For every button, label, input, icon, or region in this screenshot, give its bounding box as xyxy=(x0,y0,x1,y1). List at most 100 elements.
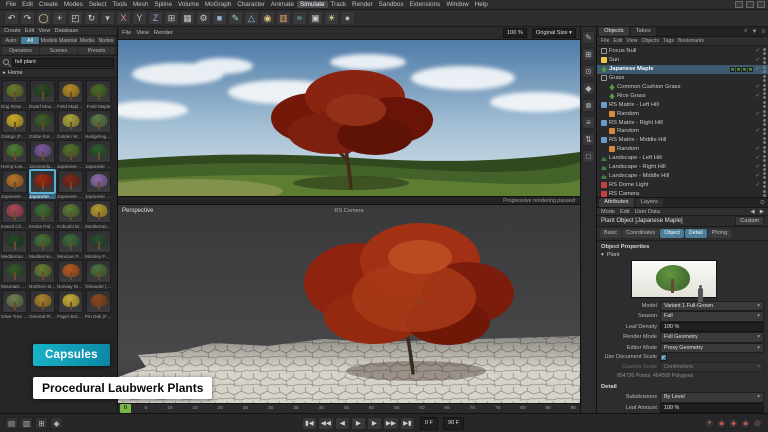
menu-item[interactable]: Render xyxy=(349,1,376,8)
bookmark-icon[interactable]: ▤ xyxy=(5,417,18,429)
asset-item[interactable]: Kentia Palm (Fall Plant) xyxy=(29,200,56,229)
leaf-density-field[interactable]: 100 % xyxy=(660,322,764,333)
start-frame-field[interactable]: 0 F xyxy=(420,417,438,430)
asset-item[interactable]: Oriental Plane (Fall Plant) xyxy=(29,290,56,319)
viewport-divider[interactable]: Progressive rendering paused xyxy=(118,196,580,205)
menu-item[interactable]: MoGraph xyxy=(202,1,234,8)
camera-icon[interactable]: ▣ xyxy=(308,11,323,25)
record-scale-icon[interactable]: ◆ xyxy=(728,418,739,429)
key-icon[interactable]: ◆ xyxy=(50,417,63,429)
section-object-properties[interactable]: Object Properties xyxy=(597,241,768,252)
axis-y-icon[interactable]: Y xyxy=(132,11,147,25)
panel-tab[interactable]: Takes xyxy=(631,27,656,36)
layout-icon[interactable] xyxy=(735,1,743,8)
visibility-dots[interactable] xyxy=(763,137,766,144)
asset-item[interactable]: Pin Oak (Fall Plant) xyxy=(85,290,112,319)
enabled-check-icon[interactable]: ✓ xyxy=(755,173,760,179)
leaf-amount-field[interactable]: 100 % xyxy=(660,403,764,413)
asset-item[interactable]: Mediterranean Fan Palm (Fall Plant) xyxy=(29,230,56,259)
asset-item[interactable]: Mexican Palmetto (Fall Plant) xyxy=(57,230,84,259)
visibility-dots[interactable] xyxy=(763,84,766,91)
live-selection-icon[interactable]: ◯ xyxy=(36,11,51,25)
menu-item[interactable]: Sandbox xyxy=(376,1,407,8)
mode-user-data[interactable]: User Data xyxy=(635,209,660,215)
object-row[interactable]: Rice Grass ✓ xyxy=(597,91,768,100)
model-dropdown[interactable]: Variant 1 Full-Grown▾ xyxy=(660,301,764,312)
menu-item[interactable]: Tools xyxy=(109,1,130,8)
asset-filter-button[interactable]: Presets xyxy=(78,47,115,54)
asset-item[interactable]: Ginkgo (Fall Plant) xyxy=(1,110,28,139)
visibility-dots[interactable] xyxy=(763,128,766,135)
object-row[interactable]: Landscape - Middle Hill ✓ xyxy=(597,171,768,180)
history-forward-icon[interactable]: ▶ xyxy=(760,209,764,215)
asset-filter-button[interactable]: Materials xyxy=(59,37,77,44)
asset-item[interactable]: Norway Maple (Fall Plant) xyxy=(57,260,84,289)
asset-item[interactable]: Dog Rose (Fall Plant) xyxy=(1,80,28,109)
panel-tab-attributes[interactable]: Attributes xyxy=(599,198,634,207)
record-keyframe-icon[interactable]: ● xyxy=(704,418,715,429)
record-rotation-icon[interactable]: ◆ xyxy=(740,418,751,429)
simulate-icon[interactable]: ≈ xyxy=(292,11,307,25)
redo-icon[interactable]: ↷ xyxy=(20,11,35,25)
goto-end-button[interactable]: ▶▮ xyxy=(400,417,415,430)
asset-filter-button[interactable]: Operators xyxy=(2,47,39,54)
visibility-dots[interactable] xyxy=(763,101,766,108)
asset-filter-button[interactable]: Media xyxy=(78,37,96,44)
layout-icon[interactable] xyxy=(757,1,765,8)
attribute-tab[interactable]: Detail xyxy=(685,229,707,238)
attribute-tab[interactable]: Basic xyxy=(600,229,621,238)
menu-item[interactable]: Help xyxy=(472,1,491,8)
enabled-check-icon[interactable]: ✓ xyxy=(755,146,760,152)
menu-item[interactable]: Spline xyxy=(151,1,175,8)
material-icon[interactable]: ● xyxy=(340,11,355,25)
asset-item[interactable]: Dwarf Mountain Pine (Fall Plant) xyxy=(29,80,56,109)
asset-menu-item[interactable]: Create xyxy=(4,28,21,34)
perspective-viewport[interactable]: Perspective RS Camera xyxy=(118,205,580,403)
texture-mode-icon[interactable]: ⊞ xyxy=(582,48,595,61)
custom-scale-dropdown[interactable]: Centimeters▾ xyxy=(660,362,764,373)
layout-icon[interactable] xyxy=(746,1,754,8)
panel-tab[interactable]: Objects xyxy=(599,27,629,36)
subdivisions-dropdown[interactable]: By Level▾ xyxy=(660,392,764,403)
enabled-check-icon[interactable]: ✓ xyxy=(755,182,760,188)
custom-button[interactable]: Custom xyxy=(735,216,764,226)
asset-search-input[interactable] xyxy=(12,58,114,67)
asset-item[interactable]: Globe Rotang (Fall Plant) xyxy=(29,110,56,139)
menu-item[interactable]: Edit xyxy=(19,1,36,8)
prev-frame-button[interactable]: ◀ xyxy=(335,417,350,430)
enabled-check-icon[interactable]: ✓ xyxy=(755,57,760,63)
asset-menu-item[interactable]: View xyxy=(38,28,50,34)
rotate-icon[interactable]: ↻ xyxy=(84,11,99,25)
menu-item[interactable]: Modes xyxy=(61,1,86,8)
objects-menu-item[interactable]: File xyxy=(601,38,609,44)
menu-item[interactable]: Window xyxy=(443,1,471,8)
light-icon[interactable]: ☀ xyxy=(324,11,339,25)
object-row[interactable]: Random ✓ xyxy=(597,109,768,118)
section-detail[interactable]: Detail xyxy=(597,381,768,392)
object-row[interactable]: Landscape - Left Hill ✓ xyxy=(597,154,768,163)
fit-dropdown[interactable]: Original Size ▾ xyxy=(532,28,576,38)
menu-item[interactable]: Track xyxy=(328,1,350,8)
enabled-check-icon[interactable]: ✓ xyxy=(755,128,760,134)
objects-menu-item[interactable]: Tags xyxy=(663,38,674,44)
undo-icon[interactable]: ↶ xyxy=(4,11,19,25)
next-key-button[interactable]: ▶▶ xyxy=(383,417,399,430)
panel-tab-layers[interactable]: Layers xyxy=(636,198,663,207)
enabled-check-icon[interactable]: ✓ xyxy=(755,84,760,90)
history-back-icon[interactable]: ◀ xyxy=(750,209,754,215)
asset-item[interactable]: Golden Weeping Willow (Fall Plant) xyxy=(57,110,84,139)
asset-item[interactable]: Hemp-Leaved Yushania (Fall Plant) xyxy=(1,140,28,169)
asset-item[interactable]: Olive Tree (Fall Plant) xyxy=(1,290,28,319)
timeline-playhead[interactable]: 0 xyxy=(120,404,131,413)
visibility-dots[interactable] xyxy=(763,57,766,64)
visibility-dots[interactable] xyxy=(763,146,766,153)
spline-pen-icon[interactable]: ✎ xyxy=(228,11,243,25)
asset-item[interactable]: Mediterranean Poplar (Fall Plant) xyxy=(85,200,112,229)
visibility-dots[interactable] xyxy=(763,48,766,55)
object-row[interactable]: Random ✓ xyxy=(597,145,768,154)
attribute-tab[interactable]: Phong xyxy=(708,229,732,238)
object-row[interactable]: RS Matrix - Right Hill ✓ xyxy=(597,118,768,127)
asset-item[interactable]: Monkey Puzzle (Fall Plant) xyxy=(85,230,112,259)
search-icon[interactable]: ⌕ xyxy=(743,28,748,35)
visibility-dots[interactable] xyxy=(763,110,766,117)
